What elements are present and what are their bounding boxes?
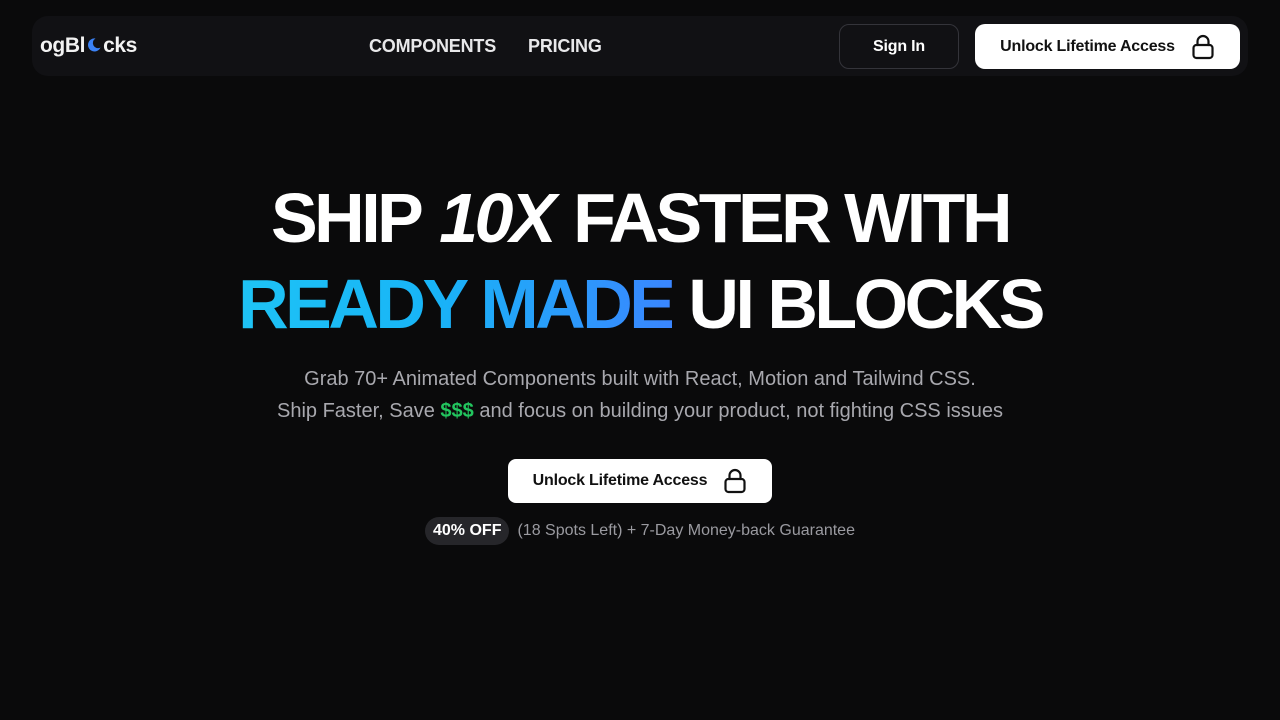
promo-guarantee-text: (18 Spots Left) + 7-Day Money-back Guara… <box>517 522 855 539</box>
top-navbar: ogBl cks COMPONENTS PRICING Sign In Unlo… <box>32 16 1248 76</box>
subheading-focus-text: and focus on building your product, not … <box>479 400 1004 422</box>
logo-text-suffix: cks <box>103 34 137 57</box>
discount-badge: 40% OFF <box>425 517 510 545</box>
hero-subheading-line-2: Ship Faster, Save $$$ and focus on build… <box>0 397 1280 425</box>
lock-icon <box>723 468 747 494</box>
hero-gradient-text: READY MADE <box>238 265 676 343</box>
hero-ui-blocks-text: UI BLOCKS <box>688 265 1045 343</box>
brand-logo[interactable]: ogBl cks <box>40 34 137 58</box>
logo-text-prefix: ogBl <box>40 34 86 57</box>
subheading-ship-faster-text: Ship Faster, Save <box>276 400 435 422</box>
landing-page: ogBl cks COMPONENTS PRICING Sign In Unlo… <box>0 0 1280 720</box>
nav-unlock-lifetime-access-button[interactable]: Unlock Lifetime Access <box>975 24 1240 69</box>
lock-icon <box>1191 34 1215 60</box>
hero-unlock-lifetime-access-button[interactable]: Unlock Lifetime Access <box>508 459 772 503</box>
hero-10x-text: 10X <box>439 179 557 257</box>
nav-link-components[interactable]: COMPONENTS <box>369 34 496 58</box>
hero-subheading-line-1: Grab 70+ Animated Components built with … <box>304 368 976 390</box>
money-highlight: $$$ <box>440 400 474 422</box>
sign-in-label: Sign In <box>873 37 925 55</box>
crescent-moon-icon <box>88 38 101 52</box>
sign-in-button[interactable]: Sign In <box>839 24 959 69</box>
nav-link-pricing[interactable]: PRICING <box>528 34 602 58</box>
nav-links: COMPONENTS PRICING <box>369 34 602 58</box>
promo-row: 40% OFF (18 Spots Left) + 7-Day Money-ba… <box>0 517 1280 545</box>
hero-faster-with-text: FASTER WITH <box>573 179 1012 257</box>
hero-headline-line-1: SHIP 10X FASTER WITH <box>0 176 1280 260</box>
nav-unlock-label: Unlock Lifetime Access <box>1000 37 1175 55</box>
hero-ship-text: SHIP <box>270 179 423 257</box>
hero-unlock-label: Unlock Lifetime Access <box>532 472 708 489</box>
hero-headline-line-2: READY MADE UI BLOCKS <box>0 262 1280 346</box>
